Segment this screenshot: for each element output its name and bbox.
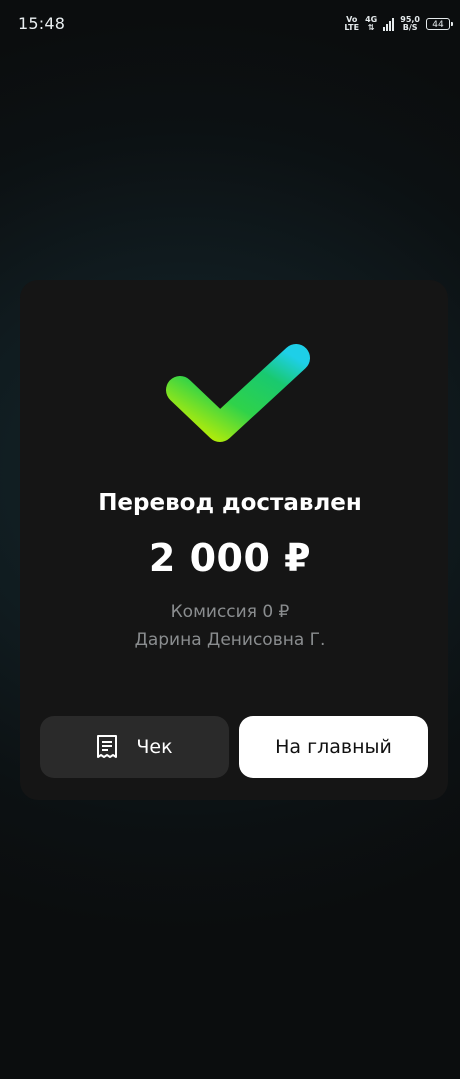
status-time: 15:48 xyxy=(18,14,66,33)
transfer-amount: 2 000 ₽ xyxy=(148,536,312,580)
battery-icon: 44 xyxy=(426,18,453,30)
success-check-icon xyxy=(166,344,310,442)
receipt-icon xyxy=(97,735,118,758)
home-button-label: На главный xyxy=(275,736,392,758)
home-button[interactable]: На главный xyxy=(239,716,428,778)
status-icons: Vo LTE 4G ⇅ 95,0 B/S 44 xyxy=(344,14,453,34)
transfer-status-title: Перевод доставлен xyxy=(98,490,362,516)
transfer-fee: Комиссия 0 ₽ xyxy=(170,602,290,622)
network-speed-unit: B/S xyxy=(402,23,418,32)
network-type-indicator: 4G ⇅ xyxy=(365,16,377,32)
data-arrows-icon: ⇅ xyxy=(367,23,375,32)
recipient-name: Дарина Денисовна Г. xyxy=(134,630,326,650)
receipt-button-label: Чек xyxy=(136,736,173,758)
network-speed: 95,0 B/S xyxy=(400,16,420,32)
signal-strength-icon xyxy=(383,17,395,31)
battery-level: 44 xyxy=(432,20,444,30)
volte-bottom: LTE xyxy=(344,23,360,32)
status-bar: 15:48 Vo LTE 4G ⇅ 95,0 B/S 44 xyxy=(0,0,460,48)
receipt-button[interactable]: Чек xyxy=(40,716,229,778)
volte-indicator: Vo LTE xyxy=(344,16,359,32)
